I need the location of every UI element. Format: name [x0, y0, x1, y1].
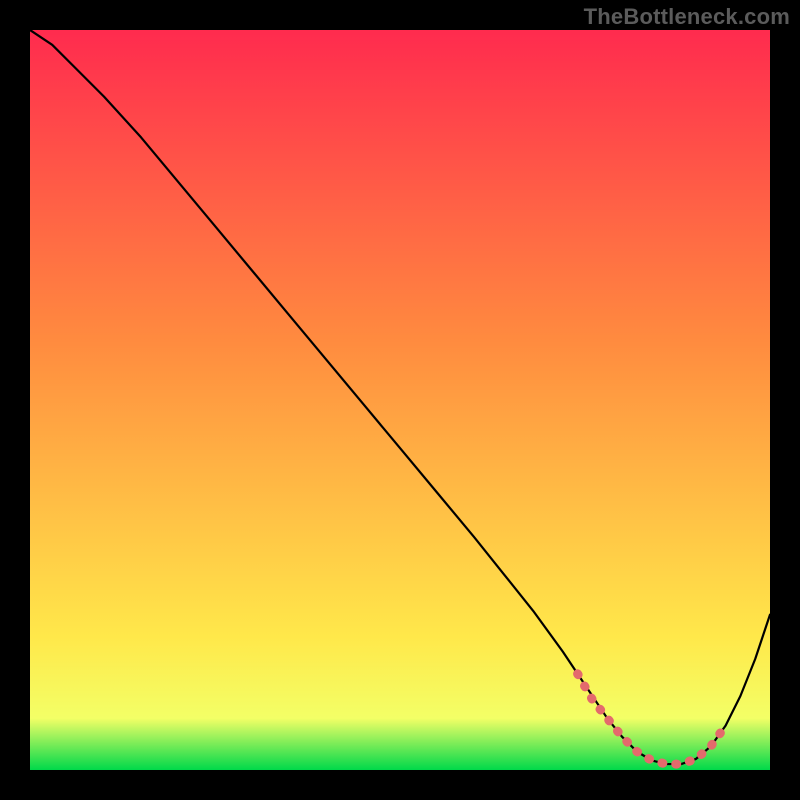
chart-frame: TheBottleneck.com	[0, 0, 800, 800]
bottleneck-chart	[30, 30, 770, 770]
plot-area	[30, 30, 770, 770]
attribution-text: TheBottleneck.com	[584, 4, 790, 30]
gradient-background	[30, 30, 770, 770]
